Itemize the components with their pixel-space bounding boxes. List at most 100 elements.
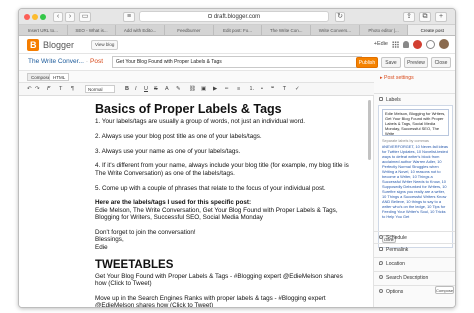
image-icon[interactable]: ▣ — [201, 86, 206, 93]
spellcheck-icon[interactable]: ✓ — [295, 86, 300, 93]
signoff: Edie — [95, 243, 108, 251]
browser-tab[interactable]: Add with Edito... — [116, 25, 166, 35]
schedule-label: Schedule — [386, 235, 407, 241]
back-button[interactable]: ‹ — [53, 12, 63, 22]
list-item: 1. Your labels/tags are usually a group … — [95, 118, 306, 125]
browser-tab[interactable]: Photo editor |... — [360, 25, 409, 35]
numbered-list-icon[interactable]: ⒈ — [249, 86, 255, 93]
save-button[interactable]: Save — [381, 57, 401, 68]
list-item: 4. If it's different from your name, alw… — [95, 162, 349, 177]
browser-tab[interactable]: Feedburner — [165, 25, 214, 35]
strikethrough-icon[interactable]: S — [154, 86, 158, 93]
google-plus-icon[interactable] — [413, 39, 422, 49]
reminder: Don't forget to join the conversation! — [95, 229, 196, 236]
html-mode-button[interactable]: HTML — [49, 73, 70, 81]
editor-scrollbar[interactable] — [368, 100, 371, 160]
new-tab-button[interactable]: + — [435, 12, 447, 22]
bold-icon[interactable]: B — [125, 86, 129, 93]
blogger-logo-letter: B — [30, 40, 37, 50]
browser-tab[interactable]: SEO - What is... — [68, 25, 117, 35]
paragraph-icon[interactable]: ¶ — [71, 86, 74, 93]
browser-tab-active[interactable]: Create post — [408, 25, 455, 35]
view-blog-button[interactable]: View blog — [91, 40, 119, 50]
text-color-icon[interactable]: A — [165, 86, 169, 93]
window-close-button[interactable] — [24, 14, 30, 20]
location-label: Location — [386, 261, 405, 267]
window-maximize-button[interactable] — [40, 14, 46, 20]
label-suggestions[interactable]: #NEVERFORGET, 10 Never-fail ideas for Tw… — [382, 144, 449, 232]
share-circle-icon[interactable] — [426, 39, 435, 49]
sidebar-toggle-icon[interactable]: ▭ — [79, 12, 91, 22]
post-body[interactable]: Basics of Proper Labels & Tags 1. Your l… — [95, 102, 355, 307]
post-editor[interactable]: Basics of Proper Labels & Tags 1. Your l… — [19, 96, 374, 307]
search-description-section[interactable]: Search Description — [374, 271, 455, 283]
notifications-icon[interactable] — [403, 40, 409, 48]
tab-strip: Insert URL to... SEO - What is... Add wi… — [19, 25, 455, 36]
blogger-header: B Blogger View blog +Edie — [19, 36, 455, 54]
avatar[interactable] — [439, 39, 449, 49]
format-select[interactable]: Normal — [85, 85, 115, 93]
font-size-icon[interactable]: T — [59, 86, 62, 93]
link-icon — [379, 247, 383, 251]
link-icon[interactable]: ⛓ — [189, 86, 196, 93]
permalink-section[interactable]: Permalink — [374, 243, 455, 255]
preview-button[interactable]: Preview — [404, 57, 428, 68]
list-item: 3. Always use your name as one of your l… — [95, 147, 241, 155]
breadcrumb: The Write Conver... · Post — [28, 58, 103, 65]
blogger-brand[interactable]: Blogger — [43, 40, 74, 50]
italic-icon[interactable]: I — [135, 86, 137, 93]
breadcrumb-separator: · — [85, 58, 89, 65]
label-tag-icon — [379, 97, 383, 101]
location-section[interactable]: Location — [374, 257, 455, 269]
permalink-label: Permalink — [386, 247, 409, 253]
undo-icon[interactable]: ↶ — [27, 86, 32, 93]
reader-icon[interactable]: ≡ — [123, 12, 135, 22]
post-title-input[interactable]: Get Your Blog Found with Proper Labels &… — [112, 56, 362, 68]
jump-break-icon[interactable]: ┅ — [225, 86, 228, 93]
labels-input[interactable]: Edie Melson, Blogging for Writers, Get Y… — [382, 109, 449, 136]
labels-hint: Separate labels by commas — [382, 139, 429, 143]
close-button[interactable]: Close — [431, 57, 451, 68]
underline-icon[interactable]: U — [144, 86, 148, 93]
tabs-overview-icon[interactable]: ⧉ — [419, 12, 431, 22]
post-settings-heading[interactable]: ▸ Post settings — [380, 75, 414, 81]
browser-tab[interactable]: Write Convers... — [311, 25, 360, 35]
post-header: The Write Conver... · Post Get Your Blog F… — [19, 54, 455, 71]
blogger-logo-icon[interactable]: B — [27, 39, 39, 51]
blessings: Blessings, — [95, 236, 124, 244]
font-family-icon[interactable]: 𝐹 — [47, 86, 50, 93]
reload-icon[interactable]: ↻ — [335, 12, 345, 22]
labels-panel: Edie Melson, Blogging for Writers, Get Y… — [378, 105, 453, 248]
tweetables-heading: TWEETABLES — [95, 258, 174, 271]
quote-icon[interactable]: ❝ — [271, 86, 274, 93]
labels-section[interactable]: Labels — [374, 93, 455, 105]
list-item: 2. Always use your blog post title as on… — [95, 132, 262, 140]
breadcrumb-blog[interactable]: The Write Conver... — [28, 58, 84, 65]
redo-icon[interactable]: ↷ — [35, 86, 40, 93]
clock-icon — [379, 235, 383, 239]
highlight-icon[interactable]: ✎ — [176, 86, 181, 93]
compose-settings-button[interactable]: Compose — [435, 286, 454, 294]
forward-button[interactable]: › — [65, 12, 75, 22]
window-minimize-button[interactable] — [32, 14, 38, 20]
location-pin-icon — [379, 261, 383, 265]
share-icon[interactable]: ⇪ — [403, 12, 415, 22]
mode-bar: Compose HTML — [19, 71, 374, 83]
publish-button[interactable]: Publish — [356, 57, 378, 68]
browser-tab[interactable]: Edit post: Fo... — [214, 25, 263, 35]
browser-tab[interactable]: Insert URL to... — [19, 25, 68, 35]
apps-grid-icon[interactable] — [392, 40, 399, 48]
address-bar[interactable]: draft.blogger.com — [139, 11, 329, 22]
account-area: +Edie — [374, 39, 449, 49]
clear-format-icon[interactable]: Ꭲ — [283, 86, 286, 93]
align-icon[interactable]: ≡ — [237, 86, 240, 93]
safari-toolbar: ‹ › ▭ ≡ draft.blogger.com ↻ ⇪ ⧉ + — [19, 9, 455, 25]
tweet-line: Get Your Blog Found with Proper Labels &… — [95, 272, 343, 288]
post-settings-label: Post settings — [384, 75, 414, 81]
user-profile-link[interactable]: +Edie — [374, 41, 388, 47]
schedule-section[interactable]: Schedule — [374, 231, 455, 243]
search-icon — [379, 275, 383, 279]
bullet-list-icon[interactable]: • — [261, 86, 263, 93]
video-icon[interactable]: ▶ — [213, 86, 217, 93]
browser-tab[interactable]: The Write Con... — [262, 25, 312, 35]
